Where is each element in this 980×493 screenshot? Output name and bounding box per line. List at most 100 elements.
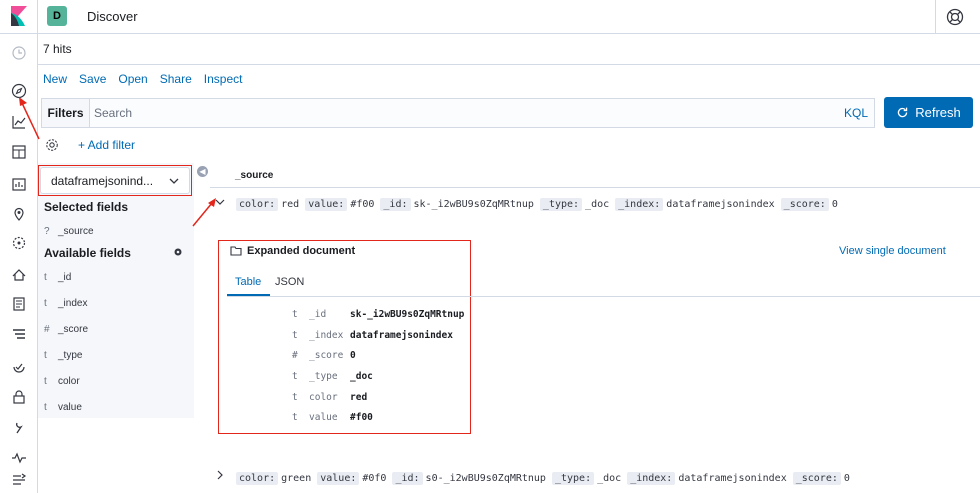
field-name: value (309, 412, 338, 423)
doc-field-value: sk-_i2wBU9s0ZqMRtnup (413, 199, 534, 210)
expanded-field-row: t color red (292, 392, 367, 403)
field-name: _id (309, 309, 327, 320)
tab-table[interactable]: Table (235, 276, 261, 288)
breadcrumb: Discover (87, 9, 138, 24)
doc-field-value: red (281, 199, 300, 210)
field-item[interactable]: # _score (44, 324, 88, 335)
doc-field-key: _id: (392, 472, 423, 485)
field-value: sk-_i2wBU9s0ZqMRtnup (350, 309, 465, 320)
divider (935, 0, 936, 34)
field-type-icon: t (44, 298, 47, 309)
doc-field-value: s0-_i2wBU9s0ZqMRtnup (425, 473, 546, 484)
field-item[interactable]: t value (44, 402, 82, 413)
dev-tools-icon[interactable] (9, 418, 29, 438)
tab-json[interactable]: JSON (275, 276, 304, 288)
top-nav-menu: New Save Open Share Inspect (43, 72, 242, 86)
field-item[interactable]: t _id (44, 272, 71, 283)
doc-field-value: 0 (831, 199, 838, 210)
selected-fields-title: Selected fields (44, 200, 129, 214)
monitoring-icon[interactable] (9, 448, 29, 468)
field-item[interactable]: ? _source (44, 226, 94, 237)
doc-field-key: _score: (780, 198, 829, 211)
logs-icon[interactable] (9, 294, 29, 314)
management-icon[interactable] (9, 470, 29, 490)
ml-icon[interactable] (9, 233, 29, 253)
field-name: _score (58, 324, 89, 335)
siem-icon[interactable] (9, 387, 29, 407)
chevron-right-icon[interactable] (215, 470, 225, 480)
field-value: dataframejsonindex (350, 330, 453, 341)
open-button[interactable]: Open (118, 72, 147, 86)
available-fields-title: Available fields (44, 246, 131, 260)
dashboard-icon[interactable] (9, 142, 29, 162)
doc-field-value: dataframejsonindex (666, 199, 775, 210)
uptime-icon[interactable] (9, 357, 29, 377)
search-input[interactable] (94, 102, 834, 124)
gear-icon[interactable] (45, 138, 59, 152)
field-type-icon: t (44, 272, 47, 283)
expanded-document-title: Expanded document (247, 245, 356, 257)
expanded-field-row: t _id sk-_i2wBU9s0ZqMRtnup (292, 309, 464, 320)
doc-field-key: _index: (615, 198, 664, 211)
kibana-logo-icon[interactable] (9, 6, 29, 26)
folder-open-icon (230, 246, 242, 256)
maps-icon[interactable] (9, 204, 29, 224)
field-type-icon: t (292, 392, 298, 403)
doc-field-value: #0f0 (362, 473, 387, 484)
collapse-sidebar-button[interactable]: ◀ (197, 166, 208, 177)
table-row[interactable]: color: red value: #f00 _id: sk-_i2wBU9s0ZqM… (236, 198, 841, 211)
field-type-icon: ? (44, 226, 50, 237)
query-bar: Filters KQL (41, 98, 875, 128)
help-icon[interactable] (945, 7, 965, 27)
field-name: _source (58, 226, 94, 237)
field-type-icon: # (44, 324, 50, 335)
kql-toggle[interactable]: KQL (844, 106, 868, 120)
doc-field-value: green (281, 473, 312, 484)
new-button[interactable]: New (43, 72, 67, 86)
gear-icon[interactable] (173, 247, 183, 257)
doc-field-key: value: (305, 198, 348, 211)
expanded-field-row: t _type _doc (292, 371, 373, 382)
side-navigation (0, 34, 38, 493)
canvas-icon[interactable] (9, 174, 29, 194)
field-item[interactable]: t color (44, 376, 80, 387)
field-item[interactable]: t _type (44, 350, 82, 361)
field-type-icon: t (292, 330, 298, 341)
field-value: #f00 (350, 412, 373, 423)
doc-field-key: _type: (551, 472, 595, 485)
divider (210, 187, 980, 188)
save-button[interactable]: Save (79, 72, 106, 86)
field-name: _score (309, 350, 344, 361)
inspect-button[interactable]: Inspect (204, 72, 243, 86)
infrastructure-icon[interactable] (9, 264, 29, 284)
field-type-icon: t (44, 350, 47, 361)
space-avatar[interactable]: D (47, 6, 67, 26)
field-type-icon: t (292, 412, 298, 423)
clock-icon[interactable] (9, 43, 29, 63)
field-value: _doc (350, 371, 373, 382)
visualize-icon[interactable] (9, 112, 29, 132)
field-name: value (58, 402, 82, 413)
doc-field-key: _type: (539, 198, 583, 211)
doc-field-key: color: (236, 472, 279, 485)
view-single-document-link[interactable]: View single document (839, 245, 946, 257)
field-name: _id (58, 272, 72, 283)
hits-count: 7 hits (43, 42, 72, 56)
field-name: _index (58, 298, 88, 309)
field-type-icon: t (292, 371, 298, 382)
filters-label: Filters (42, 99, 90, 127)
refresh-button[interactable]: Refresh (884, 97, 973, 128)
add-filter-button[interactable]: + Add filter (78, 138, 135, 152)
doc-field-value: 0 (843, 473, 850, 484)
doc-field-value: #f00 (350, 199, 375, 210)
field-type-icon: t (292, 309, 298, 320)
share-button[interactable]: Share (160, 72, 192, 86)
table-row[interactable]: color: green value: #0f0 _id: s0-_i2wBU9s0Z… (236, 472, 853, 485)
doc-field-key: color: (236, 198, 279, 211)
doc-field-key: _index: (627, 472, 676, 485)
chevron-down-icon[interactable] (215, 197, 225, 207)
field-item[interactable]: t _index (44, 298, 87, 309)
apm-icon[interactable] (9, 325, 29, 345)
field-name: _type (309, 371, 338, 382)
compass-icon[interactable] (9, 81, 29, 101)
